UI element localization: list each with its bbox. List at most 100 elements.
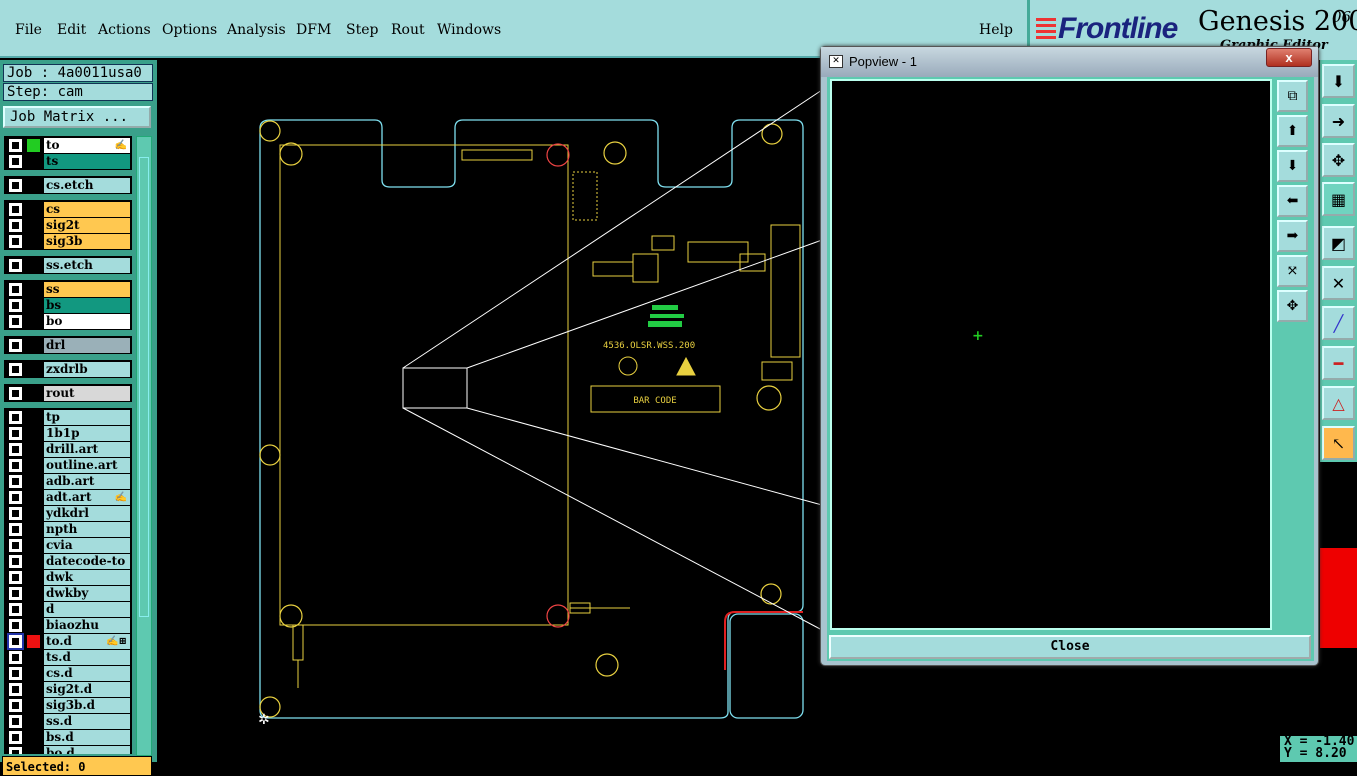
layer-color-swatch[interactable] <box>27 554 40 568</box>
layer-row[interactable]: drill.art <box>5 441 131 457</box>
layer-color-swatch[interactable] <box>27 458 40 472</box>
layer-row[interactable]: to.d ✍⊞ <box>5 632 131 650</box>
layer-color-swatch[interactable] <box>27 506 40 520</box>
layer-row[interactable]: datecode-to <box>5 553 131 569</box>
layer-color-swatch[interactable] <box>27 666 40 680</box>
layer-row[interactable]: outline.art <box>5 457 131 473</box>
layer-name[interactable]: ts <box>44 153 130 169</box>
layer-checkbox[interactable] <box>8 313 23 329</box>
layer-name[interactable]: cs.etch <box>44 177 130 193</box>
layer-row[interactable]: sig3b.d <box>5 697 131 713</box>
layer-name[interactable]: bo <box>44 313 130 329</box>
layer-checkbox[interactable] <box>8 585 23 601</box>
layer-name[interactable]: tp <box>44 409 130 425</box>
layer-color-swatch[interactable] <box>27 154 40 168</box>
pop-zoom-home-icon[interactable]: ⧉ <box>1277 80 1308 112</box>
popview-close-button[interactable]: Close <box>829 635 1311 659</box>
job-matrix-button[interactable]: Job Matrix ... <box>3 106 151 128</box>
layer-name[interactable]: cvia <box>44 537 130 553</box>
pop-pan-down-icon[interactable]: ⬇ <box>1277 150 1308 182</box>
layer-color-swatch[interactable] <box>27 522 40 536</box>
layer-color-swatch[interactable] <box>27 490 40 504</box>
layer-color-swatch[interactable] <box>27 338 40 352</box>
layer-checkbox[interactable] <box>8 713 23 729</box>
layer-checkbox[interactable] <box>8 137 23 153</box>
line-icon[interactable]: ╱ <box>1322 306 1355 340</box>
pop-zoom-fit-icon[interactable]: ✥ <box>1277 290 1308 322</box>
layer-name[interactable]: rout <box>44 385 130 401</box>
layer-name[interactable]: bo.d <box>44 745 130 754</box>
angle-icon[interactable]: △ <box>1322 386 1355 420</box>
layer-name[interactable]: to.d ✍⊞ <box>44 633 130 649</box>
grid-icon[interactable]: ▦ <box>1322 182 1355 216</box>
layer-name[interactable]: ydkdrl <box>44 505 130 521</box>
layer-row[interactable]: bs.d <box>5 729 131 745</box>
layer-checkbox[interactable] <box>8 337 23 353</box>
layer-checkbox[interactable] <box>8 297 23 313</box>
layer-color-swatch[interactable] <box>27 730 40 744</box>
layer-color-swatch[interactable] <box>27 650 40 664</box>
layer-color-swatch[interactable] <box>27 602 40 616</box>
layer-name[interactable]: cs.d <box>44 665 130 681</box>
layer-name[interactable]: npth <box>44 521 130 537</box>
layer-name[interactable]: 1b1p <box>44 425 130 441</box>
layer-checkbox[interactable] <box>8 697 23 713</box>
measure-icon[interactable]: ◩ <box>1322 226 1355 260</box>
layer-name[interactable]: bs <box>44 297 130 313</box>
layer-row[interactable]: cs <box>5 201 131 217</box>
layer-checkbox[interactable] <box>8 569 23 585</box>
menu-dfm[interactable]: DFM <box>296 22 331 38</box>
layer-row[interactable]: cs.d <box>5 665 131 681</box>
layer-checkbox[interactable] <box>8 537 23 553</box>
layer-color-swatch[interactable] <box>27 282 40 296</box>
layer-row[interactable]: sig2t.d <box>5 681 131 697</box>
layer-checkbox[interactable] <box>8 201 23 217</box>
layer-name[interactable]: ts.d <box>44 649 130 665</box>
menu-file[interactable]: File <box>15 22 42 38</box>
layer-row[interactable]: dwk <box>5 569 131 585</box>
layer-row[interactable]: adb.art <box>5 473 131 489</box>
menu-windows[interactable]: Windows <box>437 22 501 38</box>
layer-row[interactable]: biaozhu <box>5 617 131 633</box>
layer-row[interactable]: bo.d <box>5 745 131 754</box>
layer-checkbox[interactable] <box>8 457 23 473</box>
layer-row[interactable]: ss <box>5 281 131 297</box>
layer-row[interactable]: to ✍ <box>5 137 131 153</box>
layer-name[interactable]: bs.d <box>44 729 130 745</box>
layer-row[interactable]: dwkby <box>5 585 131 601</box>
layer-checkbox[interactable] <box>8 729 23 745</box>
layer-name[interactable]: ss.d <box>44 713 130 729</box>
layer-color-swatch[interactable] <box>27 586 40 600</box>
layer-row[interactable]: tp <box>5 409 131 425</box>
layer-row[interactable]: ts.d <box>5 649 131 665</box>
layer-color-swatch[interactable] <box>27 634 40 648</box>
layer-checkbox[interactable] <box>8 385 23 401</box>
pop-pan-up-icon[interactable]: ⬆ <box>1277 115 1308 147</box>
layer-row[interactable]: bs <box>5 297 131 313</box>
layer-checkbox[interactable] <box>8 521 23 537</box>
layer-checkbox[interactable] <box>8 601 23 617</box>
layer-color-swatch[interactable] <box>27 442 40 456</box>
layer-color-swatch[interactable] <box>27 314 40 328</box>
layer-checkbox[interactable] <box>8 257 23 273</box>
layer-row[interactable]: rout <box>5 385 131 401</box>
layer-name[interactable]: cs <box>44 201 130 217</box>
layer-row[interactable]: ss.d <box>5 713 131 729</box>
layer-row[interactable]: ydkdrl <box>5 505 131 521</box>
layer-checkbox[interactable] <box>8 425 23 441</box>
layer-checkbox[interactable] <box>8 505 23 521</box>
popview-titlebar[interactable]: ✕ Popview - 1 x <box>821 47 1318 77</box>
layer-name[interactable]: dwk <box>44 569 130 585</box>
layer-row[interactable]: sig2t <box>5 217 131 233</box>
layer-color-swatch[interactable] <box>27 714 40 728</box>
scrollbar-thumb[interactable] <box>139 157 149 617</box>
layer-color-swatch[interactable] <box>27 698 40 712</box>
layer-checkbox[interactable] <box>8 649 23 665</box>
layer-name[interactable]: adt.art ✍ <box>44 489 130 505</box>
menu-help[interactable]: Help <box>979 22 1013 38</box>
layer-color-swatch[interactable] <box>27 682 40 696</box>
layer-color-swatch[interactable] <box>27 570 40 584</box>
menu-edit[interactable]: Edit <box>57 22 86 38</box>
layer-name[interactable]: sig2t <box>44 217 130 233</box>
layer-row[interactable]: drl <box>5 337 131 353</box>
